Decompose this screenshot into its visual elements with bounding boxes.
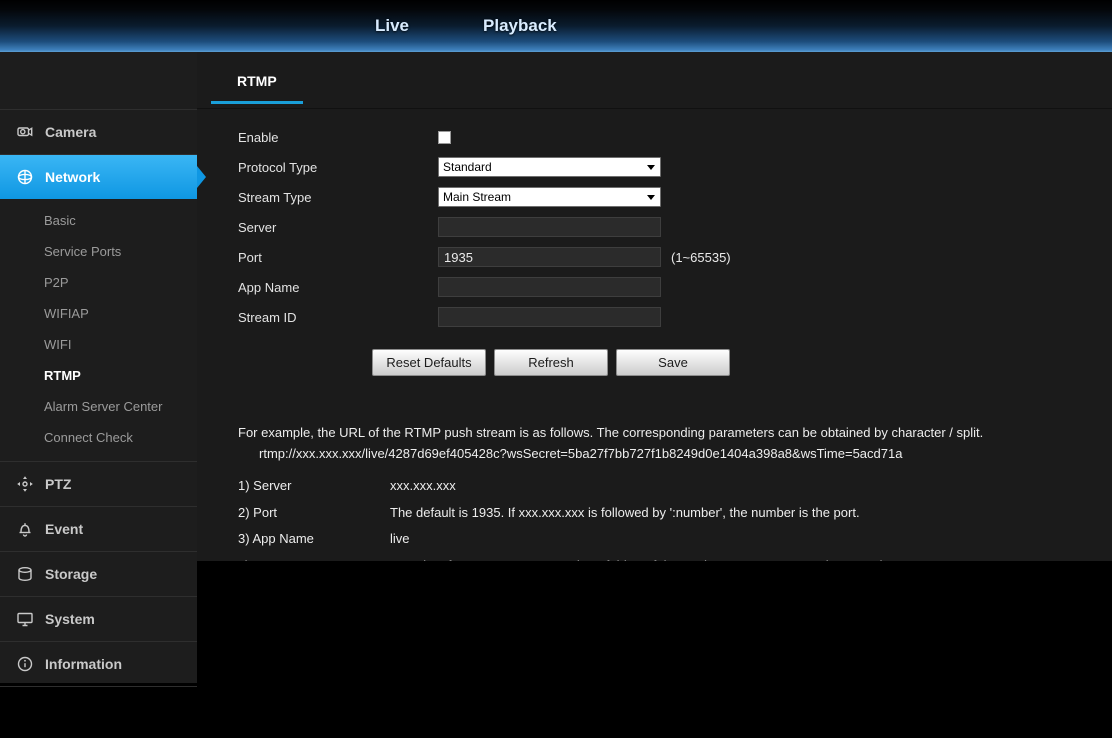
help-item-value: xxx.xxx.xxx <box>390 477 1112 495</box>
stream-type-select-wrap: Main Stream <box>438 187 661 207</box>
protocol-type-select[interactable]: Standard <box>438 157 661 177</box>
enable-row: Enable <box>197 122 1112 152</box>
sidebar-menu: Camera Network Basic Service Ports P2P W… <box>0 109 197 687</box>
event-icon <box>16 520 34 538</box>
help-item-value: 4287d69ef405428c?wsSecret=5ba27f7bb727f1… <box>390 557 1112 561</box>
help-item-app-name: 3) App Name live <box>238 530 1112 548</box>
sidebar-subitem-basic[interactable]: Basic <box>0 205 197 236</box>
sidebar-item-label: Event <box>45 521 83 537</box>
sidebar-item-label: System <box>45 611 95 627</box>
sidebar-subitem-connect-check[interactable]: Connect Check <box>0 422 197 453</box>
enable-label: Enable <box>238 130 438 145</box>
camera-icon <box>16 123 34 141</box>
sidebar-subitem-wifi[interactable]: WIFI <box>0 329 197 360</box>
tab-playback[interactable]: Playback <box>483 16 557 36</box>
help-item-name: 1) Server <box>238 477 390 495</box>
system-icon <box>16 610 34 628</box>
top-navigation: Live Playback <box>0 0 1112 52</box>
stream-id-row: Stream ID <box>197 302 1112 332</box>
help-item-port: 2) Port The default is 1935. If xxx.xxx.… <box>238 504 1112 522</box>
sidebar-item-label: Camera <box>45 124 96 140</box>
ptz-icon <box>16 475 34 493</box>
network-submenu: Basic Service Ports P2P WIFIAP WIFI RTMP… <box>0 199 197 461</box>
help-items: 1) Server xxx.xxx.xxx 2) Port The defaul… <box>238 477 1112 561</box>
app-name-label: App Name <box>238 280 438 295</box>
rtmp-form: Enable Protocol Type Standard Stream Typ… <box>197 122 1112 332</box>
reset-defaults-button[interactable]: Reset Defaults <box>372 349 486 376</box>
help-item-stream-id: 4) Stream ID 4287d69ef405428c?wsSecret=5… <box>238 557 1112 561</box>
stream-type-select[interactable]: Main Stream <box>438 187 661 207</box>
sidebar-subitem-service-ports[interactable]: Service Ports <box>0 236 197 267</box>
help-example-url: rtmp://xxx.xxx.xxx/live/4287d69ef405428c… <box>238 445 1112 463</box>
sidebar-item-information[interactable]: Information <box>0 641 197 686</box>
tab-live[interactable]: Live <box>375 16 409 36</box>
network-icon <box>16 168 34 186</box>
port-input[interactable] <box>438 247 661 267</box>
sidebar-item-label: Storage <box>45 566 97 582</box>
help-item-server: 1) Server xxx.xxx.xxx <box>238 477 1112 495</box>
enable-checkbox[interactable] <box>438 131 451 144</box>
sidebar: Camera Network Basic Service Ports P2P W… <box>0 52 197 683</box>
help-item-value: The default is 1935. If xxx.xxx.xxx is f… <box>390 504 1112 522</box>
app-name-row: App Name <box>197 272 1112 302</box>
app-name-input[interactable] <box>438 277 661 297</box>
tab-rtmp[interactable]: RTMP <box>211 52 303 104</box>
stream-id-input[interactable] <box>438 307 661 327</box>
help-line1: For example, the URL of the RTMP push st… <box>238 424 1112 442</box>
sidebar-subitem-wifiap[interactable]: WIFIAP <box>0 298 197 329</box>
help-item-name: 2) Port <box>238 504 390 522</box>
server-row: Server <box>197 212 1112 242</box>
help-item-value: live <box>390 530 1112 548</box>
save-button[interactable]: Save <box>616 349 730 376</box>
refresh-button[interactable]: Refresh <box>494 349 608 376</box>
sidebar-item-label: Network <box>45 169 100 185</box>
storage-icon <box>16 565 34 583</box>
server-label: Server <box>238 220 438 235</box>
help-item-name: 3) App Name <box>238 530 390 548</box>
sidebar-item-label: Information <box>45 656 122 672</box>
sidebar-item-storage[interactable]: Storage <box>0 551 197 596</box>
help-item-name: 4) Stream ID <box>238 557 390 561</box>
sidebar-item-label: PTZ <box>45 476 71 492</box>
content-header: RTMP <box>197 52 1112 109</box>
sidebar-subitem-alarm-server-center[interactable]: Alarm Server Center <box>0 391 197 422</box>
stream-type-label: Stream Type <box>238 190 438 205</box>
sidebar-item-ptz[interactable]: PTZ <box>0 461 197 506</box>
port-range-hint: (1~65535) <box>671 250 731 265</box>
help-section: For example, the URL of the RTMP push st… <box>197 424 1112 561</box>
stream-type-row: Stream Type Main Stream <box>197 182 1112 212</box>
button-row: Reset Defaults Refresh Save <box>197 349 1112 376</box>
protocol-type-label: Protocol Type <box>238 160 438 175</box>
server-input[interactable] <box>438 217 661 237</box>
protocol-type-row: Protocol Type Standard <box>197 152 1112 182</box>
sidebar-item-event[interactable]: Event <box>0 506 197 551</box>
port-row: Port (1~65535) <box>197 242 1112 272</box>
port-label: Port <box>238 250 438 265</box>
sidebar-item-camera[interactable]: Camera <box>0 109 197 154</box>
sidebar-item-network[interactable]: Network <box>0 154 197 199</box>
sidebar-subitem-p2p[interactable]: P2P <box>0 267 197 298</box>
information-icon <box>16 655 34 673</box>
sidebar-subitem-rtmp[interactable]: RTMP <box>0 360 197 391</box>
stream-id-label: Stream ID <box>238 310 438 325</box>
sidebar-item-system[interactable]: System <box>0 596 197 641</box>
protocol-type-select-wrap: Standard <box>438 157 661 177</box>
main-content: RTMP Enable Protocol Type Standard Strea… <box>197 52 1112 561</box>
